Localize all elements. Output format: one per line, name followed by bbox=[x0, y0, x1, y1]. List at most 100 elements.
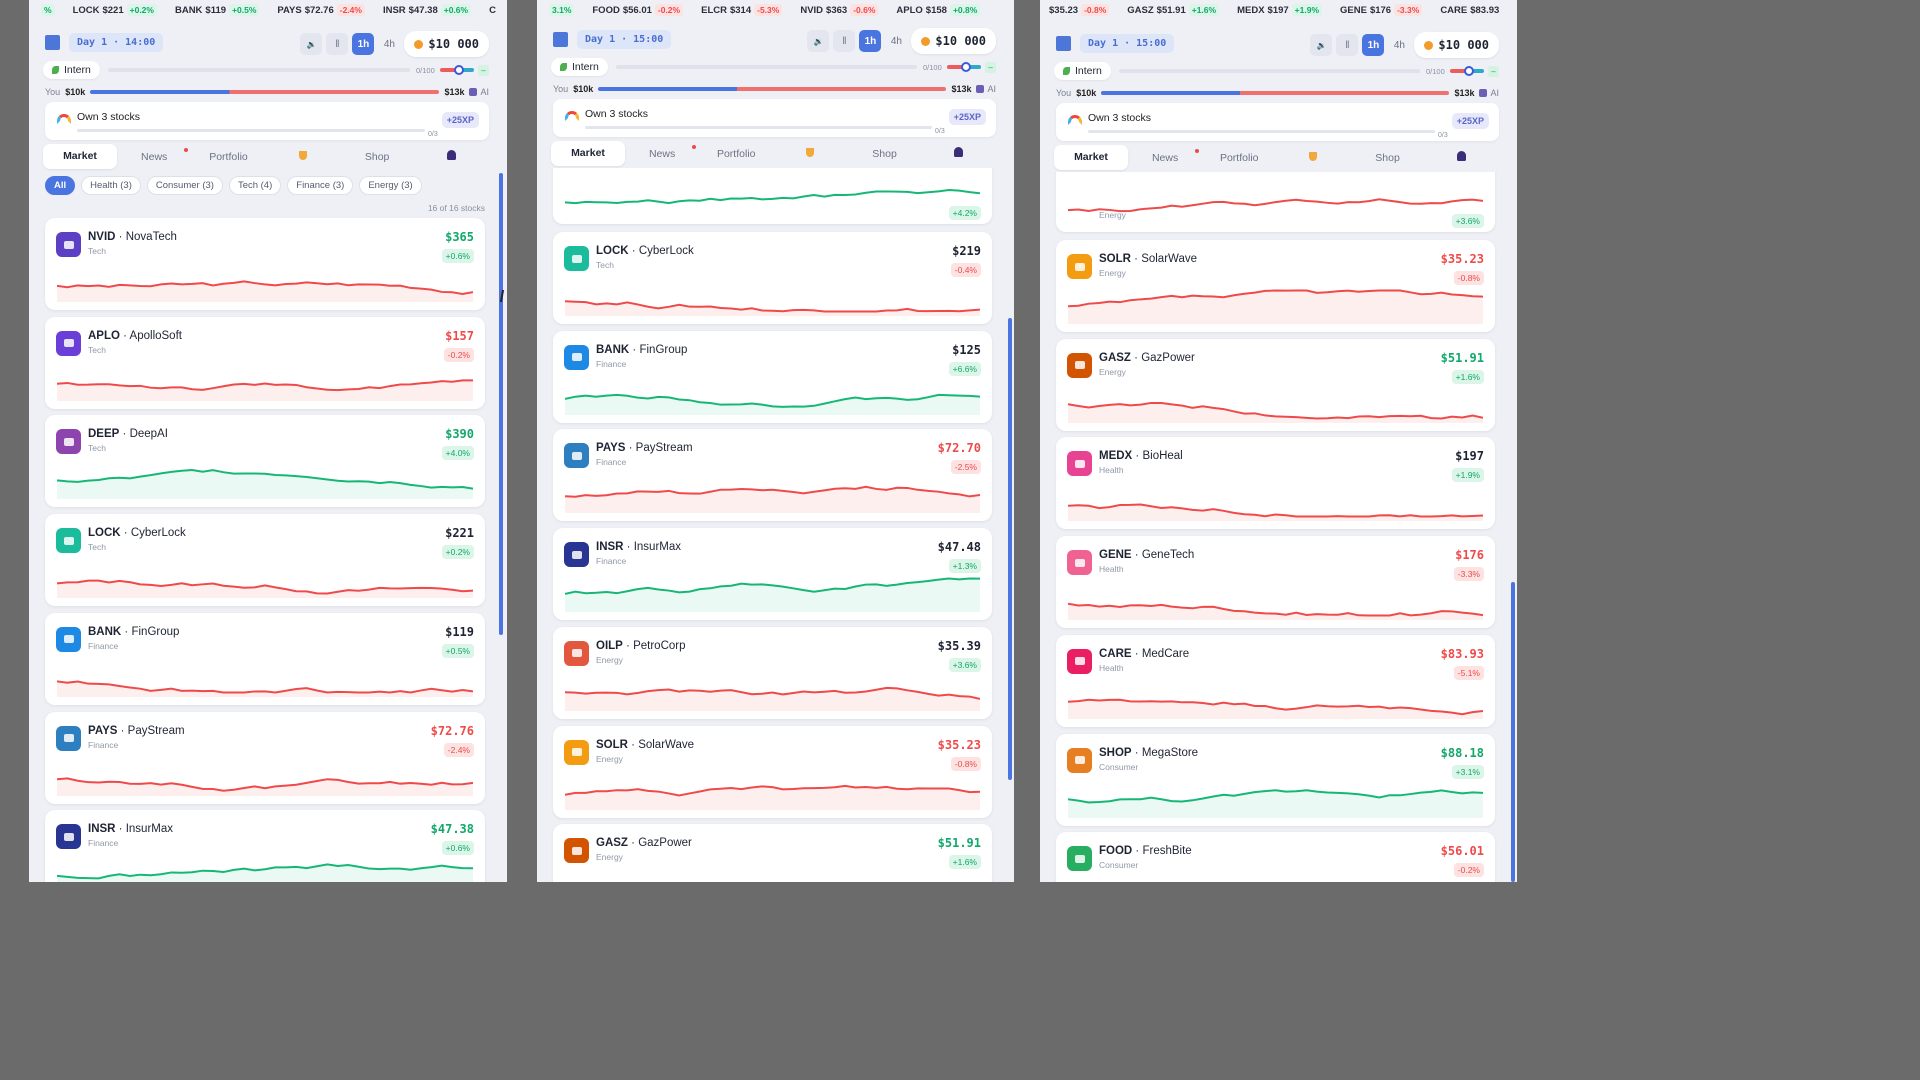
risk-slider[interactable] bbox=[947, 62, 981, 72]
tab-news[interactable]: News bbox=[117, 147, 191, 163]
pause-button[interactable]: ‖ bbox=[326, 33, 349, 55]
stock-card[interactable]: PAYS · PayStream Finance $72.70 -2.5% bbox=[553, 429, 992, 522]
tab-shop[interactable]: Shop bbox=[847, 148, 921, 160]
speed-1h-button[interactable]: 1h bbox=[1362, 34, 1385, 56]
filter-chip[interactable]: Consumer (3) bbox=[146, 176, 223, 195]
you-label: You bbox=[1056, 88, 1072, 98]
tab-news[interactable]: News bbox=[1128, 148, 1202, 164]
stock-card[interactable]: SOLR · SolarWave Energy $35.23 -0.8% bbox=[1056, 240, 1495, 332]
sound-toggle-icon[interactable]: 🔉 bbox=[300, 33, 323, 55]
tab-shop[interactable]: Shop bbox=[340, 151, 414, 163]
rank-badge[interactable]: Intern bbox=[1054, 62, 1111, 80]
tab-portfolio[interactable]: Portfolio bbox=[191, 151, 265, 163]
stock-card[interactable]: BANK · FinGroup Finance $119 +0.5% bbox=[45, 612, 485, 705]
collapse-button[interactable]: – bbox=[1488, 65, 1499, 77]
stock-card[interactable]: GASZ · GazPower Energy $51.91 +1.6% bbox=[1056, 338, 1495, 431]
robot-icon bbox=[469, 88, 478, 96]
scrollbar-thumb[interactable] bbox=[1008, 318, 1012, 780]
you-label: You bbox=[553, 84, 569, 94]
rank-badge[interactable]: Intern bbox=[551, 58, 608, 76]
menu-square-button[interactable] bbox=[553, 31, 568, 47]
stock-logo-icon bbox=[564, 344, 589, 370]
filter-chip[interactable]: Tech (4) bbox=[228, 176, 282, 195]
risk-slider[interactable] bbox=[1450, 66, 1484, 76]
sparkline-chart bbox=[565, 870, 980, 882]
tab-market[interactable]: Market bbox=[1054, 145, 1128, 170]
tab-market[interactable]: Market bbox=[551, 141, 625, 166]
speed-1h-button[interactable]: 1h bbox=[352, 33, 375, 55]
stock-card[interactable]: CARE · MedCare Health $83.93 -5.1% bbox=[1056, 634, 1495, 727]
stock-logo-icon bbox=[56, 330, 81, 356]
tab-market[interactable]: Market bbox=[43, 144, 117, 169]
filter-chip[interactable]: Energy (3) bbox=[359, 176, 422, 195]
logo-glyph bbox=[571, 254, 582, 263]
sparkline-chart bbox=[565, 784, 980, 810]
tab-news-label: News bbox=[648, 147, 676, 160]
menu-square-button[interactable] bbox=[1056, 35, 1071, 51]
tab-leaderboard[interactable] bbox=[773, 147, 847, 160]
tab-profile[interactable] bbox=[922, 147, 996, 160]
filter-chip[interactable]: Finance (3) bbox=[287, 176, 354, 195]
rank-badge[interactable]: Intern bbox=[43, 61, 100, 79]
collapse-button[interactable]: – bbox=[985, 61, 996, 73]
separator: · bbox=[627, 738, 639, 751]
scrollbar-thumb[interactable] bbox=[499, 173, 503, 635]
sound-toggle-icon[interactable]: 🔉 bbox=[807, 30, 830, 52]
tab-leaderboard[interactable] bbox=[266, 150, 340, 163]
goal-card[interactable]: Own 3 stocks 0/3 +25XP bbox=[1056, 103, 1499, 141]
tab-portfolio[interactable]: Portfolio bbox=[699, 148, 773, 160]
coin-icon bbox=[921, 36, 931, 46]
separator: · bbox=[1131, 647, 1142, 660]
stock-card[interactable]: GENE · GeneTech Health $176 -3.3% bbox=[1056, 536, 1495, 629]
filter-chip[interactable]: All bbox=[45, 176, 76, 195]
stock-card[interactable]: INSR · InsurMax Finance $47.38 +0.6% bbox=[45, 810, 485, 882]
goal-card[interactable]: Own 3 stocks 0/3 +25XP bbox=[553, 99, 996, 137]
tab-profile[interactable] bbox=[1425, 151, 1499, 164]
tab-news[interactable]: News bbox=[625, 144, 699, 160]
tab-leaderboard[interactable] bbox=[1276, 151, 1350, 164]
speed-1h-button[interactable]: 1h bbox=[859, 30, 882, 52]
stock-card[interactable]: SHOP · MegaStore Consumer $88.18 +3.1% bbox=[1056, 733, 1495, 826]
stock-card[interactable]: SOLR · SolarWave Energy $35.23 -0.8% bbox=[553, 725, 992, 818]
stock-card[interactable]: LOCK · CyberLock Tech $219 -0.4% bbox=[553, 232, 992, 324]
stock-card[interactable]: DEEP · DeepAI Tech $390 +4.0% bbox=[45, 415, 485, 508]
risk-slider[interactable] bbox=[440, 65, 474, 75]
stock-card[interactable]: FOOD · FreshBite Consumer $56.01 -0.2% bbox=[1056, 832, 1495, 882]
speed-4h-button[interactable]: 4h bbox=[1388, 34, 1410, 56]
stock-card[interactable]: LOCK · CyberLock Tech $221 +0.2% bbox=[45, 514, 485, 607]
pause-button[interactable]: ‖ bbox=[1336, 34, 1359, 56]
tab-profile[interactable] bbox=[414, 150, 488, 163]
tab-market-label: Market bbox=[1074, 151, 1108, 163]
menu-square-button[interactable] bbox=[45, 34, 60, 50]
stock-card[interactable]: OILP · PetroCorp Energy $35.39 +3.6% bbox=[553, 626, 992, 719]
ticker-change: +1.6% bbox=[1188, 3, 1220, 16]
goal-progress-text: 0/3 bbox=[1438, 132, 1448, 139]
ticker-change: +0.6% bbox=[440, 3, 472, 16]
stock-card[interactable]: GASZ · GazPower Energy $51.91 +1.6% bbox=[553, 824, 992, 882]
stock-symbol: SOLR bbox=[1099, 253, 1131, 265]
stock-card[interactable]: MEDX · BioHeal Health $197 +1.9% bbox=[1056, 437, 1495, 530]
ticker-item: GENE $176 -3.3% bbox=[1340, 3, 1423, 16]
goal-card[interactable]: Own 3 stocks 0/3 +25XP bbox=[45, 102, 489, 140]
stock-card[interactable]: APLO · ApolloSoft Tech $157 -0.2% bbox=[45, 316, 485, 409]
tab-shop[interactable]: Shop bbox=[1350, 152, 1424, 164]
collapse-button[interactable]: – bbox=[478, 64, 489, 76]
header-bar: Day 1 · 14:00 bbox=[45, 29, 164, 55]
speed-4h-button[interactable]: 4h bbox=[885, 30, 907, 52]
stock-card[interactable]: INSR · InsurMax Finance $47.48 +1.3% bbox=[553, 528, 992, 621]
pause-button[interactable]: ‖ bbox=[833, 30, 856, 52]
stock-symbol: BANK bbox=[88, 625, 122, 638]
scrollbar-thumb[interactable] bbox=[1511, 582, 1515, 882]
speed-4h-button[interactable]: 4h bbox=[378, 33, 400, 55]
stock-card[interactable]: PAYS · PayStream Finance $72.76 -2.4% bbox=[45, 711, 485, 804]
stock-logo-icon bbox=[1067, 846, 1092, 872]
stock-card[interactable]: NVID · NovaTech Tech $365 +0.6% bbox=[45, 218, 485, 310]
ticker-price: $314 bbox=[729, 4, 752, 16]
tab-portfolio[interactable]: Portfolio bbox=[1202, 152, 1276, 164]
filter-chip[interactable]: Health (3) bbox=[81, 176, 141, 195]
sparkline-line bbox=[565, 189, 980, 205]
stock-card[interactable]: BANK · FinGroup Finance $125 +6.6% bbox=[553, 330, 992, 423]
sound-toggle-icon[interactable]: 🔉 bbox=[1310, 34, 1333, 56]
versus-progress bbox=[90, 90, 440, 94]
logo-glyph bbox=[571, 649, 582, 658]
